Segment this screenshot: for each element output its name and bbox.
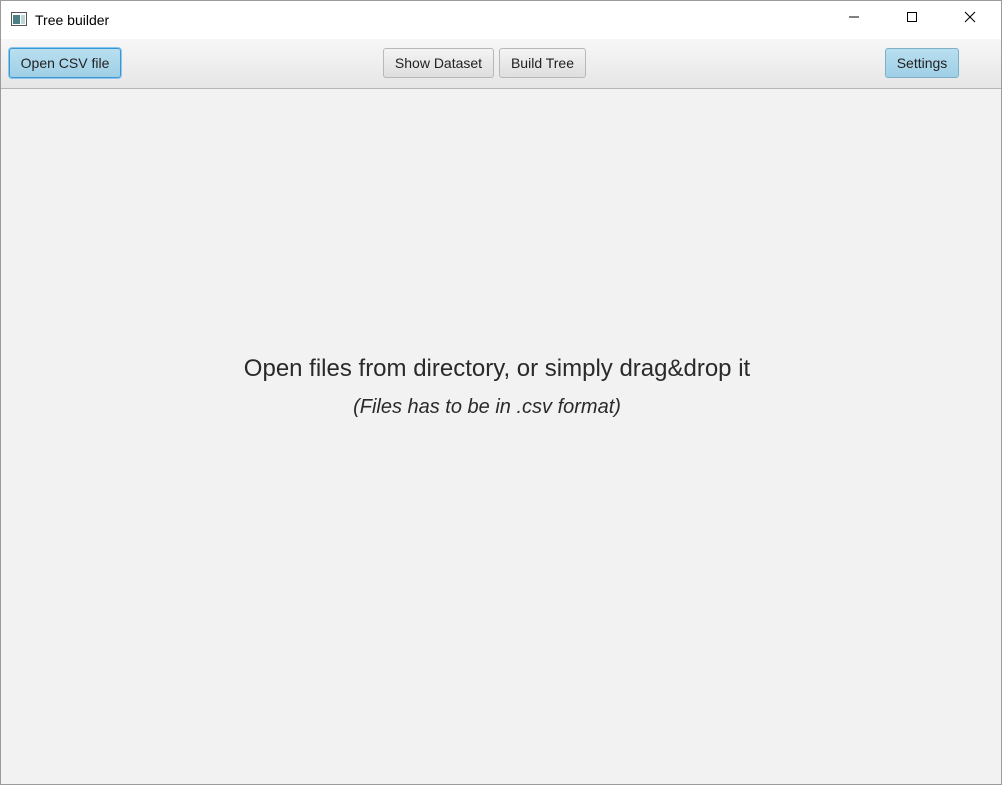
close-icon bbox=[964, 10, 976, 28]
app-window-icon bbox=[11, 12, 27, 26]
minimize-button[interactable] bbox=[831, 1, 877, 37]
show-dataset-button[interactable]: Show Dataset bbox=[383, 48, 494, 78]
close-button[interactable] bbox=[947, 1, 993, 37]
toolbar: Open CSV file Show Dataset Build Tree Se… bbox=[1, 39, 1001, 89]
build-tree-button[interactable]: Build Tree bbox=[499, 48, 586, 78]
maximize-icon bbox=[906, 10, 918, 28]
drop-zone[interactable]: Open files from directory, or simply dra… bbox=[1, 89, 1001, 784]
window-title: Tree builder bbox=[35, 12, 110, 28]
title-bar[interactable]: Tree builder bbox=[1, 1, 1001, 39]
drop-hint-primary: Open files from directory, or simply dra… bbox=[243, 355, 751, 382]
settings-button[interactable]: Settings bbox=[885, 48, 959, 78]
app-window: Tree builder Open CSV file Show Dataset … bbox=[0, 0, 1002, 785]
maximize-button[interactable] bbox=[889, 1, 935, 37]
drop-hint-secondary: (Files has to be in .csv format) bbox=[353, 396, 621, 418]
minimize-icon bbox=[848, 10, 860, 28]
open-csv-button[interactable]: Open CSV file bbox=[9, 48, 121, 78]
